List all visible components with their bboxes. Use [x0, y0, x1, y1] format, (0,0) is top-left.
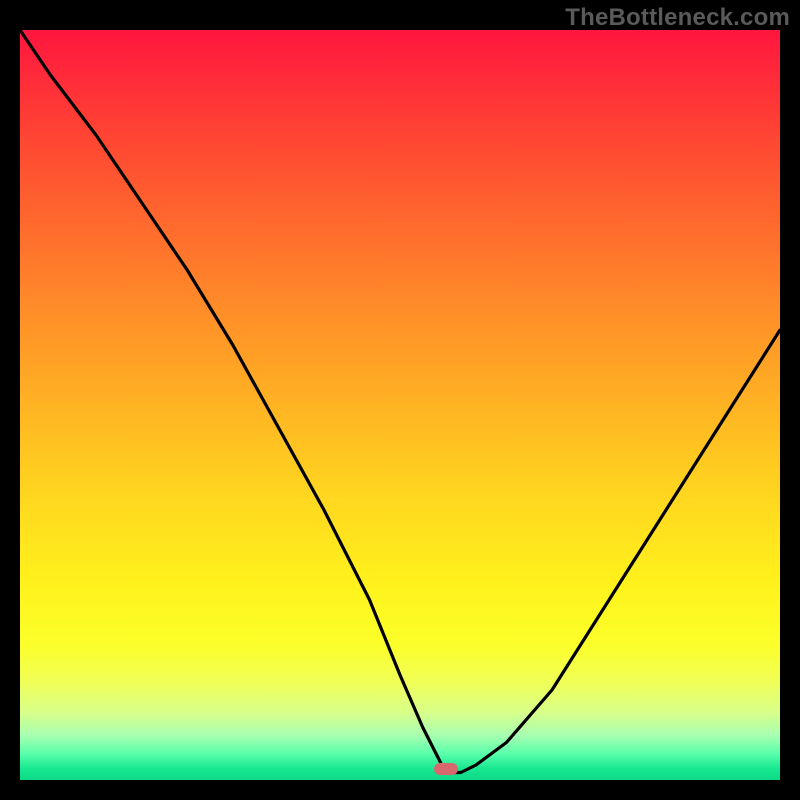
- chart-frame: TheBottleneck.com: [0, 0, 800, 800]
- watermark-text: TheBottleneck.com: [565, 4, 790, 32]
- optimal-point-marker: [434, 763, 458, 775]
- plot-area: [20, 30, 780, 780]
- curve-path: [20, 30, 780, 773]
- bottleneck-curve: [20, 30, 780, 780]
